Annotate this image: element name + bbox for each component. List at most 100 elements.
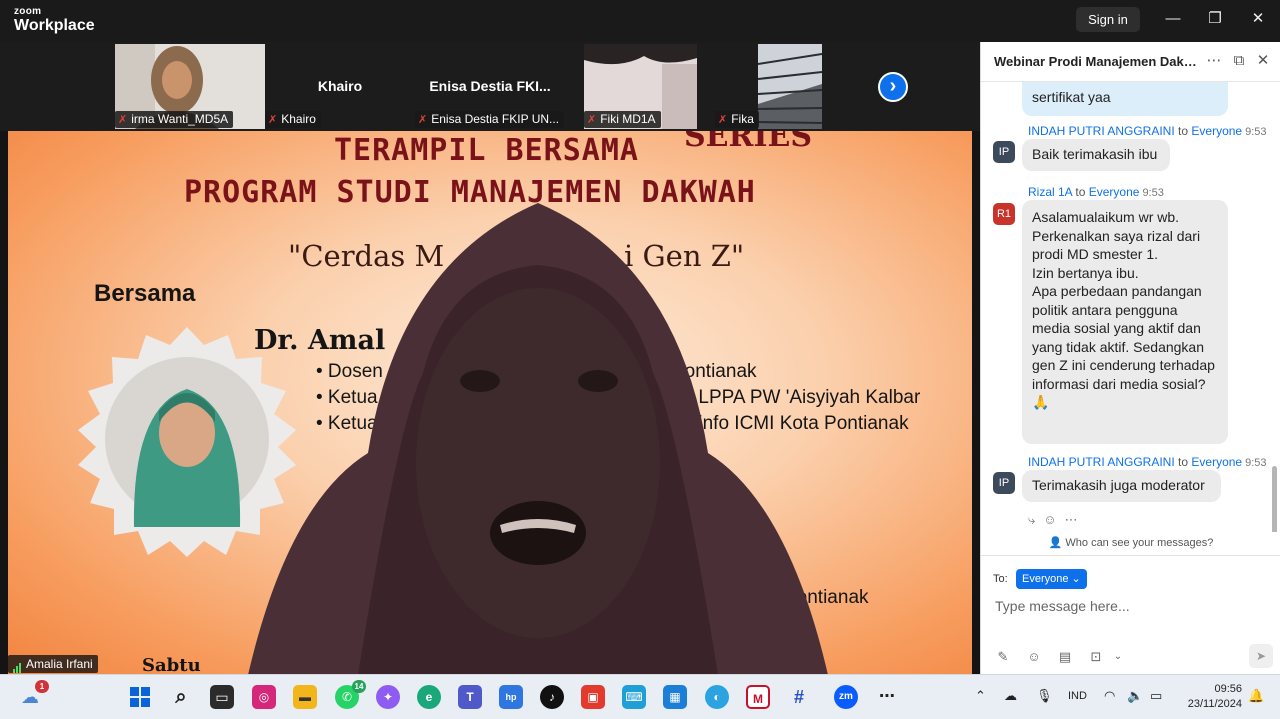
- participant-name-label: ✗ Fiki MD1A: [584, 111, 661, 128]
- screenshot-icon[interactable]: ⊡: [1087, 648, 1105, 666]
- zoom-window: zoom Workplace Sign in — ❐ ✕ ✗ irma Wanti…: [0, 0, 1280, 719]
- sign-in-button[interactable]: Sign in: [1076, 7, 1140, 32]
- chat-title: Webinar Prodi Manajemen Dakw...: [994, 54, 1199, 69]
- store-icon[interactable]: ▦: [663, 685, 687, 709]
- message-bubble: sertifikat yaa: [1022, 82, 1228, 116]
- message-actions: ⤷ ☺ ⋯: [1028, 512, 1086, 528]
- who-can-see-link[interactable]: 👤 Who can see your messages?: [981, 536, 1280, 549]
- chat-message-input[interactable]: [995, 596, 1265, 616]
- whatsapp-icon[interactable]: ✆ 14: [335, 680, 366, 709]
- participant-display-name: Khairo: [317, 78, 363, 94]
- myhp-icon[interactable]: hp: [499, 685, 523, 709]
- notifications-bell-icon[interactable]: 🔔: [1248, 688, 1264, 704]
- recipient-dropdown[interactable]: Everyone ⌄: [1016, 569, 1087, 589]
- search-icon[interactable]: ⌕: [169, 685, 193, 709]
- message-line: politik antara pengguna: [1032, 301, 1178, 318]
- participant-tile[interactable]: Enisa Destia FKI... ✗ Enisa Destia FKIP U…: [415, 44, 565, 129]
- app-hash-icon[interactable]: #: [787, 685, 811, 709]
- message-line: 🙏: [1032, 394, 1050, 410]
- more-options-icon[interactable]: ⋯: [1204, 51, 1224, 71]
- language-indicator[interactable]: IND: [1068, 690, 1087, 702]
- battery-icon[interactable]: ▭: [1150, 688, 1162, 704]
- emoji-reaction-icon[interactable]: ☺: [1043, 512, 1056, 527]
- muted-mic-icon: ✗: [268, 114, 278, 126]
- slide-bersama: Bersama: [94, 280, 196, 307]
- minimize-button[interactable]: —: [1160, 8, 1186, 30]
- message-bubble: Terimakasih juga moderator: [1022, 470, 1221, 502]
- close-button[interactable]: ✕: [1245, 8, 1271, 30]
- cloud-icon[interactable]: ☁: [1004, 688, 1017, 704]
- zoom-logo: zoom Workplace: [14, 7, 95, 34]
- participant-tile[interactable]: ✗ Fiki MD1A: [584, 44, 697, 129]
- chat-panel: Webinar Prodi Manajemen Dakw... ⋯ ⧉ ✕ se…: [980, 42, 1280, 674]
- to-label: To:: [993, 573, 1008, 585]
- participant-tile[interactable]: ✗ irma Wanti_MD5A: [115, 44, 265, 129]
- volume-icon[interactable]: 🔈: [1127, 688, 1143, 704]
- edge-icon[interactable]: e: [417, 685, 441, 709]
- zoom-icon[interactable]: zm: [834, 685, 858, 709]
- message-bubble: Baik terimakasih ibu: [1022, 139, 1170, 171]
- speaker-video: [248, 203, 828, 674]
- reply-icon[interactable]: ⤷: [1028, 512, 1035, 527]
- avatar: IP: [993, 141, 1015, 163]
- more-actions-icon[interactable]: ⋯: [1065, 512, 1078, 527]
- restore-button[interactable]: ❐: [1202, 8, 1228, 30]
- participant-tile[interactable]: Khairo ✗ Khairo: [265, 44, 415, 129]
- file-icon[interactable]: ▤: [1056, 648, 1074, 666]
- microphone-icon[interactable]: 🎙: [1036, 688, 1053, 704]
- format-icon[interactable]: ✎: [994, 648, 1012, 666]
- message-sender: INDAH PUTRI ANGGRAINI to Everyone 9:53: [1028, 124, 1267, 138]
- muted-mic-icon: ✗: [418, 114, 428, 126]
- copilot-icon[interactable]: ✦: [376, 685, 400, 709]
- shared-slide: SERIES TERAMPIL BERSAMA PROGRAM STUDI MA…: [8, 131, 972, 674]
- tiktok-icon[interactable]: ♪: [540, 685, 564, 709]
- emoji-icon[interactable]: ☺: [1025, 648, 1043, 666]
- wifi-icon[interactable]: ◠: [1104, 688, 1115, 704]
- participant-name-label: ✗ Khairo: [265, 111, 321, 128]
- title-bar: zoom Workplace Sign in — ❐ ✕: [0, 0, 1280, 42]
- pop-out-icon[interactable]: ⧉: [1229, 51, 1249, 71]
- clock[interactable]: 09:56 23/11/2024: [1178, 682, 1242, 712]
- avatar: R1: [993, 203, 1015, 225]
- slide-series-text: SERIES: [684, 131, 813, 154]
- message-line: prodi MD smester 1.: [1032, 246, 1159, 262]
- start-icon[interactable]: [128, 685, 152, 709]
- instagram-icon[interactable]: ◎: [252, 685, 276, 709]
- chevron-up-icon[interactable]: ⌃: [975, 688, 986, 704]
- muted-mic-icon: ✗: [587, 114, 597, 126]
- keyboard-app-icon[interactable]: ⌨: [622, 685, 646, 709]
- chat-scrollbar[interactable]: [1272, 466, 1277, 532]
- message-line: informasi dari media sosial?: [1032, 375, 1206, 392]
- participant-name-label: ✗ irma Wanti_MD5A: [115, 111, 234, 128]
- slide-title-line1: TERAMPIL BERSAMA: [334, 133, 639, 168]
- participant-tile[interactable]: ✗ Fika: [697, 44, 822, 129]
- message-line: yang tidak aktif. Sedangkan: [1032, 338, 1205, 355]
- teams-icon[interactable]: T: [458, 685, 482, 709]
- logo-big-text: Workplace: [14, 17, 95, 34]
- weather-icon[interactable]: ☁ 1: [18, 680, 49, 709]
- close-chat-icon[interactable]: ✕: [1253, 51, 1273, 71]
- file-explorer-icon[interactable]: ▬: [293, 685, 317, 709]
- user-icon: 👤: [1048, 537, 1066, 549]
- slide-day: Sabtu: [142, 655, 201, 674]
- main-video-stage: SERIES TERAMPIL BERSAMA PROGRAM STUDI MA…: [0, 131, 980, 674]
- more-apps-icon[interactable]: ⋯: [875, 685, 899, 709]
- divider: [981, 555, 1280, 556]
- gallery-next-button[interactable]: ›: [878, 72, 908, 102]
- logo-small-text: zoom: [14, 6, 42, 17]
- windows-taskbar: ☁ 1 ⌕ ▭ ◎ ▬ ✆ 14 ✦ e T hp ♪ ▣ ⌨ ▦ ◐ M # zm…: [0, 674, 1280, 719]
- message-sender: INDAH PUTRI ANGGRAINI to Everyone 9:53: [1028, 455, 1267, 469]
- send-button[interactable]: ➤: [1249, 644, 1273, 668]
- message-line: Apa perbedaan pandangan: [1032, 283, 1202, 299]
- signal-strength-icon: [13, 655, 22, 673]
- avatar: IP: [993, 472, 1015, 494]
- browser-icon[interactable]: ◐: [705, 685, 729, 709]
- notification-badge: 1: [35, 680, 49, 693]
- mcafee-icon[interactable]: M: [746, 685, 770, 709]
- task-view-icon[interactable]: ▭: [210, 685, 234, 709]
- participant-gallery: ✗ irma Wanti_MD5A Khairo ✗ Khairo Enisa De…: [0, 42, 980, 131]
- chevron-down-icon[interactable]: ⌄: [1109, 648, 1127, 666]
- message-bubble: Asalamualaikum wr wb. Perkenalkan saya r…: [1022, 200, 1228, 444]
- chat-header: Webinar Prodi Manajemen Dakw... ⋯ ⧉ ✕: [981, 42, 1280, 82]
- app-icon[interactable]: ▣: [581, 685, 605, 709]
